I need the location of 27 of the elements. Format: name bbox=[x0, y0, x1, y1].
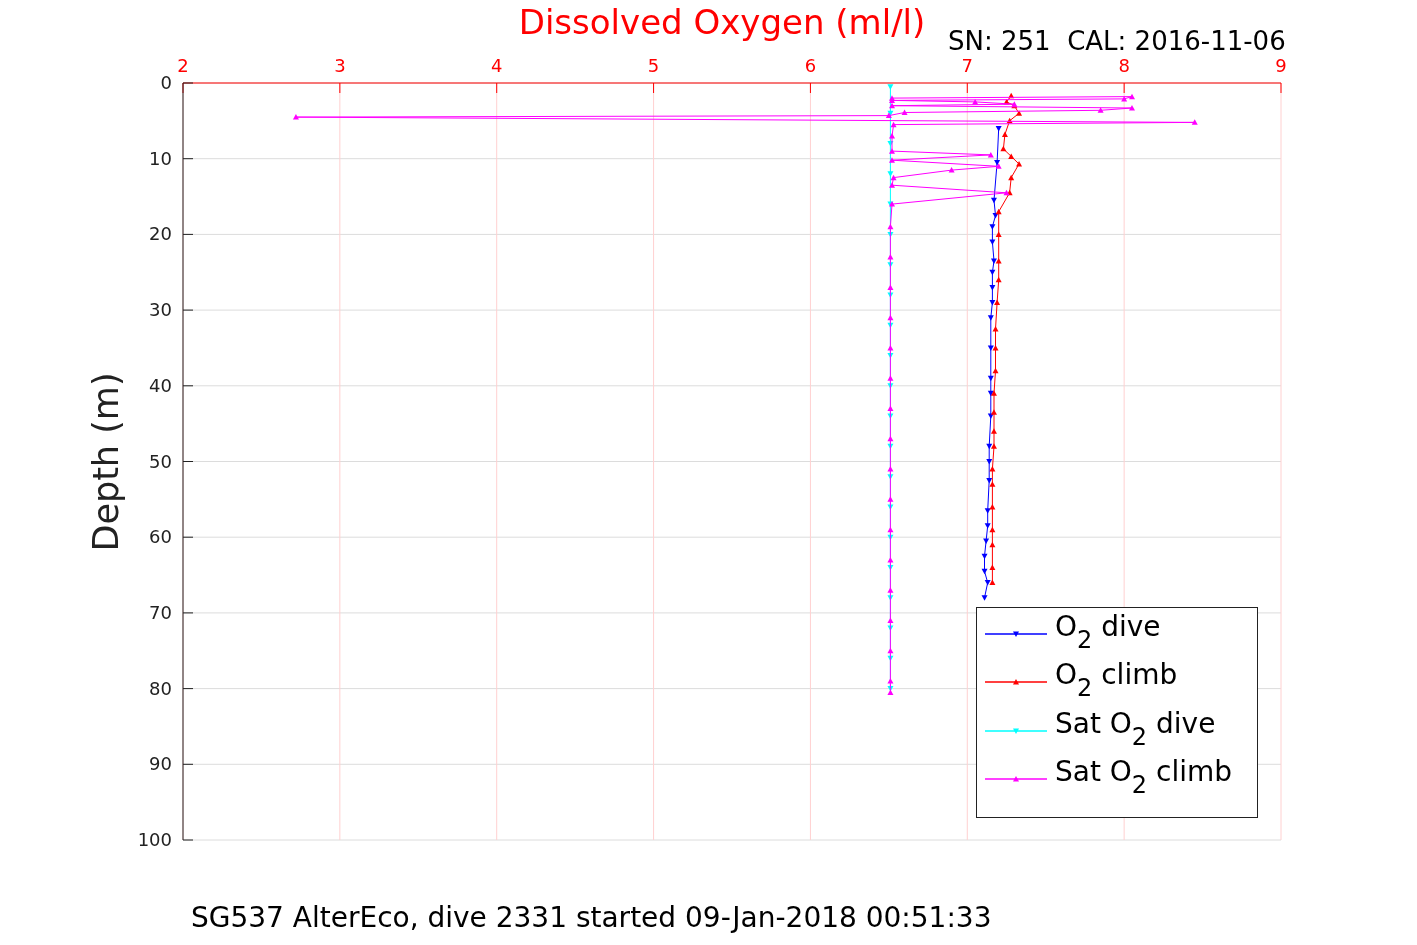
y-tick-label: 10 bbox=[149, 147, 172, 169]
sensor-calibration-label: SN: 251 CAL: 2016-11-06 bbox=[948, 26, 1286, 56]
x-tick-label: 2 bbox=[177, 55, 189, 76]
y-tick-label: 100 bbox=[137, 829, 172, 850]
y-tick-label: 50 bbox=[149, 450, 172, 472]
x-tick-label: 7 bbox=[961, 55, 973, 76]
chart-title: Dissolved Oxygen (ml/l) bbox=[518, 2, 926, 42]
x-tick-label: 6 bbox=[804, 55, 817, 76]
y-tick-label: 20 bbox=[149, 223, 172, 245]
y-axis-label: Depth (m) bbox=[86, 372, 126, 552]
y-tick-label: 30 bbox=[149, 299, 172, 321]
x-tick-label: 9 bbox=[1275, 55, 1287, 76]
y-tick-label: 60 bbox=[149, 526, 172, 548]
y-tick-label: 0 bbox=[160, 72, 172, 93]
y-tick-label: 40 bbox=[149, 374, 172, 396]
legend-label: O$_{2}$ dive bbox=[1055, 611, 1161, 657]
legend-label: Sat O$_{2}$ climb bbox=[1055, 755, 1233, 801]
y-tick-label: 70 bbox=[149, 601, 172, 623]
x-tick-label: 5 bbox=[647, 55, 660, 76]
x-tick-label: 3 bbox=[334, 55, 346, 76]
y-tick-label: 90 bbox=[149, 753, 172, 775]
x-tick-label: 4 bbox=[491, 55, 503, 76]
y-tick-label: 80 bbox=[149, 677, 172, 699]
legend-label: Sat O$_{2}$ dive bbox=[1055, 707, 1216, 753]
legend-label: O$_{2}$ climb bbox=[1055, 659, 1178, 705]
dive-caption: SG537 AlterEco, dive 2331 started 09-Jan-2018 00:51:33 bbox=[191, 901, 992, 934]
x-tick-label: 8 bbox=[1118, 55, 1130, 76]
